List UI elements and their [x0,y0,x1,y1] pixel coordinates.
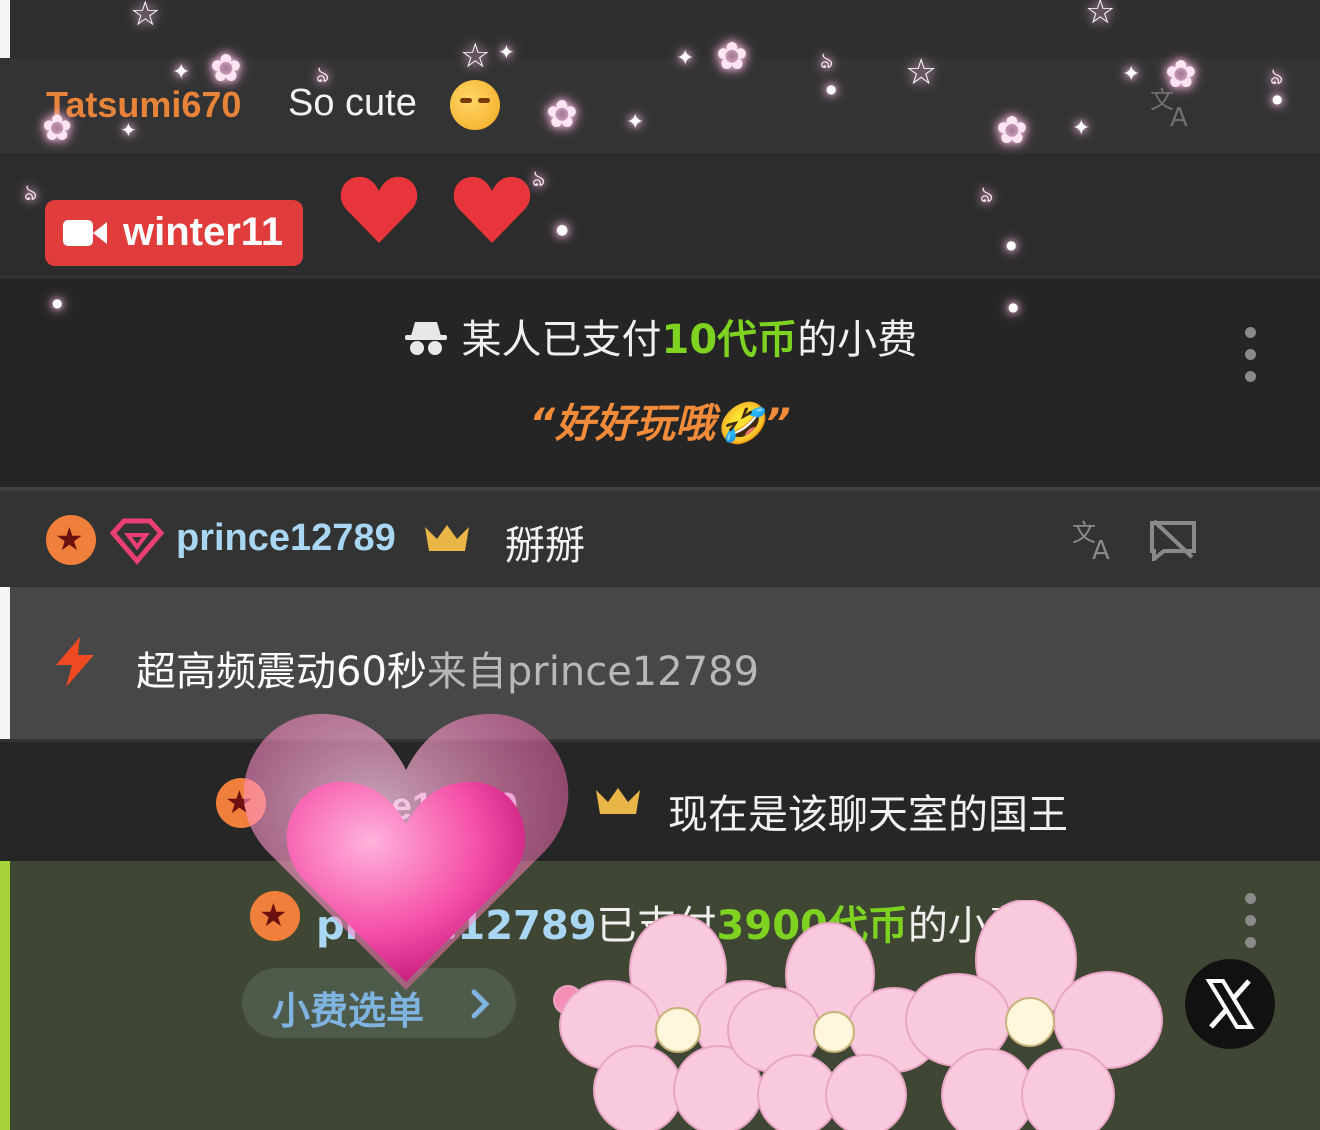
gem-icon [110,518,164,565]
lightning-icon [56,637,94,687]
chat-message-prince[interactable]: prince12789 掰掰 文 A [0,487,1320,587]
video-user-badge[interactable]: winter11 [45,200,303,266]
rank-star-icon [216,778,266,828]
tip-suffix: 的小费 [797,317,918,363]
translate-icon[interactable]: 文 A [1072,517,1118,561]
tip-notice: 某人已支付10代币的小费 [0,307,1320,365]
video-camera-icon [63,220,107,246]
heart-icon [340,176,418,243]
translate-icon[interactable]: 文 A [1150,84,1196,128]
vibration-from-user[interactable]: prince12789 [507,649,759,695]
more-icon[interactable] [1245,893,1257,959]
chat-vibration-event: 超高频震动60秒来自prince12789 [0,587,1320,739]
chevron-right-icon [471,989,490,1019]
vibration-action: 超高频震动60秒 [136,649,427,695]
tip-menu-label: 小费选单 [272,989,425,1033]
incognito-icon [403,318,449,358]
chat-username[interactable]: prince12789 [298,786,518,829]
chat-tip-prince[interactable]: prince12789已支付3900代币的小费 小费选单 [0,861,1320,1130]
tip-notice: prince12789已支付3900代币的小费 [316,893,1028,951]
tip-amount: 10代币 [661,317,798,363]
chat-username[interactable]: Tatsumi670 [46,84,241,126]
tip-username[interactable]: prince12789 [316,903,597,949]
chat-tip-anonymous[interactable]: 某人已支付10代币的小费 “好好玩哦🤣” [0,275,1320,487]
chat-row-video: winter11 [0,153,1320,275]
tip-menu-button[interactable]: 小费选单 [242,968,516,1038]
chat-edge [0,587,10,739]
tip-mid: 已支付 [596,903,717,949]
rank-star-icon [250,891,300,941]
tip-prefix: 某人已支付 [461,317,662,363]
chat-king-announcement: prince12789 现在是该聊天室的国王 [0,739,1320,861]
tip-quote: “好好玩哦🤣” [529,401,791,447]
vibration-text: 超高频震动60秒来自prince12789 [136,639,759,697]
chat-edge [0,0,10,58]
video-user-label: winter11 [123,210,284,254]
king-message: 现在是该聊天室的国王 [668,792,1068,838]
crown-icon [596,788,640,814]
chat-message-tatsumi[interactable]: Tatsumi670 So cute 文 A [0,58,1320,153]
heart-icon [453,176,531,243]
tip-accent-edge [0,861,10,1130]
chat-username[interactable]: prince12789 [176,517,396,560]
tip-suffix: 的小费 [907,903,1028,949]
tip-amount: 3900代币 [716,903,908,949]
chat-message-text: 掰掰 [505,523,585,569]
hide-message-icon[interactable] [1148,517,1198,561]
x-logo-button[interactable] [1185,959,1275,1049]
rank-star-icon [46,515,96,565]
x-logo-icon [1205,979,1255,1029]
smiling-face-with-hearts-icon [450,80,500,130]
vibration-from-label: 来自 [426,649,507,695]
svg-text:A: A [1092,536,1110,561]
more-icon[interactable] [1245,327,1257,393]
svg-text:A: A [1170,103,1188,128]
chat-top-strip [0,0,1320,58]
chat-message-text: So cute [288,82,417,124]
crown-icon [425,525,469,551]
